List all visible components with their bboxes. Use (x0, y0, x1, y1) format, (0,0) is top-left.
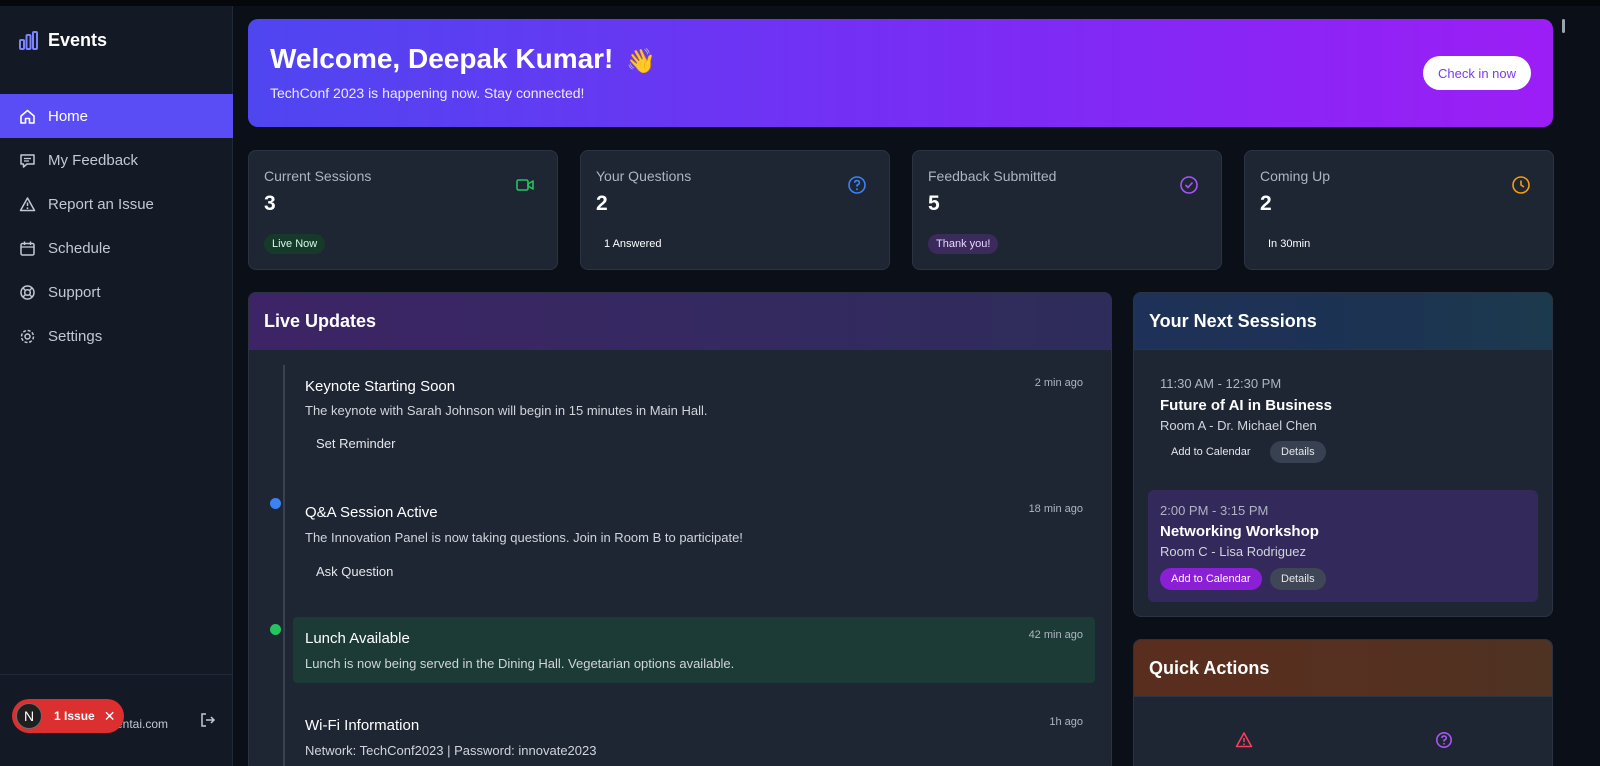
warning-icon (19, 196, 36, 213)
update-description: The Innovation Panel is now taking quest… (305, 530, 743, 545)
sidebar-item-label: Schedule (48, 239, 111, 257)
session-time: 11:30 AM - 12:30 PM (1160, 376, 1282, 391)
update-title: Wi-Fi Information (305, 717, 420, 734)
status-badge: Thank you! (928, 234, 999, 254)
stat-value: 2 (596, 192, 608, 215)
calendar-icon (19, 240, 36, 257)
session-room: Room A - Dr. Michael Chen (1160, 418, 1317, 433)
stat-label: Coming Up (1260, 168, 1331, 184)
issues-badge[interactable]: N 1 Issue ✕ (12, 699, 124, 733)
quick-actions-panel: Quick Actions (1133, 639, 1553, 766)
sidebar-user-area: entai.com N 1 Issue ✕ (0, 674, 233, 766)
session-title: Networking Workshop (1160, 523, 1319, 540)
sidebar-nav: Home My Feedback Report an Issue Schedul… (0, 94, 233, 358)
scrollbar-thumb[interactable] (1562, 19, 1565, 33)
sidebar-item-settings[interactable]: Settings (0, 314, 233, 358)
sidebar-item-label: Support (48, 283, 101, 301)
video-icon (515, 175, 535, 195)
sidebar-item-label: Home (48, 107, 89, 125)
add-to-calendar-button[interactable]: Add to Calendar (1160, 441, 1262, 463)
ask-question-button[interactable]: Ask Question (305, 557, 404, 585)
panel-title: Your Next Sessions (1134, 293, 1552, 350)
welcome-title: Welcome, Deepak Kumar! (270, 43, 614, 74)
update-time: 2 min ago (1034, 377, 1083, 389)
status-badge: Live Now (264, 234, 326, 254)
session-card-networking: 2:00 PM - 3:15 PM Networking Workshop Ro… (1148, 490, 1538, 602)
details-button[interactable]: Details (1270, 568, 1326, 590)
close-icon[interactable]: ✕ (104, 708, 116, 725)
update-item-wifi: Wi-Fi Information 1h ago Network: TechCo… (293, 707, 1095, 766)
update-item-lunch: Lunch Available 42 min ago Lunch is now … (293, 617, 1095, 683)
session-room: Room C - Lisa Rodriguez (1160, 544, 1306, 559)
lifebuoy-icon (19, 284, 36, 301)
stat-card-current-sessions: Current Sessions 3 Live Now (248, 150, 558, 270)
question-icon (847, 175, 867, 195)
stat-card-feedback-submitted: Feedback Submitted 5 Thank you! (912, 150, 1222, 270)
user-email: entai.com (116, 717, 169, 731)
stat-label: Current Sessions (264, 168, 372, 184)
update-item-keynote: Keynote Starting Soon 2 min ago The keyn… (293, 369, 1095, 469)
stat-value: 5 (928, 192, 940, 215)
status-badge: 1 Answered (604, 238, 662, 250)
stat-label: Your Questions (596, 168, 692, 184)
update-time: 18 min ago (1028, 503, 1083, 515)
sidebar-item-report-issue[interactable]: Report an Issue (0, 182, 233, 226)
welcome-banner: Welcome, Deepak Kumar! 👋 TechConf 2023 i… (248, 19, 1553, 127)
update-description: Lunch is now being served in the Dining … (305, 656, 735, 671)
gear-icon (19, 328, 36, 345)
live-updates-panel: Live Updates Keynote Starting Soon 2 min… (248, 292, 1112, 766)
welcome-subtitle: TechConf 2023 is happening now. Stay con… (270, 85, 585, 101)
update-description: The keynote with Sarah Johnson will begi… (305, 403, 708, 418)
check-circle-icon (1179, 175, 1199, 195)
session-title: Future of AI in Business (1160, 397, 1332, 414)
home-icon (19, 108, 36, 125)
status-badge: In 30min (1268, 238, 1311, 250)
update-time: 42 min ago (1028, 629, 1083, 641)
sidebar-item-label: My Feedback (48, 151, 139, 169)
clock-icon (1511, 175, 1531, 195)
sidebar-item-schedule[interactable]: Schedule (0, 226, 233, 270)
brand[interactable]: Events (18, 30, 107, 51)
sidebar-item-label: Settings (48, 327, 103, 345)
stat-value: 3 (264, 192, 276, 215)
sidebar-item-home[interactable]: Home (0, 94, 233, 138)
wave-emoji: 👋 (626, 48, 656, 75)
question-icon[interactable] (1435, 731, 1453, 749)
window-top-edge (0, 0, 1600, 6)
logout-icon[interactable] (199, 711, 217, 729)
stat-label: Feedback Submitted (928, 168, 1057, 184)
dev-tools-logo: N (16, 703, 42, 729)
panel-title: Live Updates (249, 293, 1111, 350)
sidebar-item-support[interactable]: Support (0, 270, 233, 314)
update-title: Q&A Session Active (305, 504, 438, 521)
bar-chart-icon (18, 30, 39, 51)
sidebar-item-my-feedback[interactable]: My Feedback (0, 138, 233, 182)
update-title: Keynote Starting Soon (305, 378, 456, 395)
stat-card-coming-up: Coming Up 2 In 30min (1244, 150, 1554, 270)
session-time: 2:00 PM - 3:15 PM (1160, 503, 1269, 518)
timeline-dot (270, 624, 281, 635)
sidebar: Events Home My Feedback Report an Issue … (0, 6, 233, 766)
add-to-calendar-button[interactable]: Add to Calendar (1160, 568, 1262, 590)
stat-card-your-questions: Your Questions 2 1 Answered (580, 150, 890, 270)
issues-count: 1 Issue (54, 709, 95, 723)
warning-icon[interactable] (1235, 731, 1253, 749)
update-time: 1h ago (1049, 716, 1083, 728)
update-title: Lunch Available (305, 630, 410, 647)
timeline-dot (270, 498, 281, 509)
details-button[interactable]: Details (1270, 441, 1326, 463)
set-reminder-button[interactable]: Set Reminder (305, 429, 406, 457)
check-in-button[interactable]: Check in now (1423, 56, 1531, 90)
update-description: Network: TechConf2023 | Password: innova… (305, 743, 597, 758)
panel-title: Quick Actions (1134, 640, 1552, 697)
session-card-ai: 11:30 AM - 12:30 PM Future of AI in Busi… (1148, 365, 1538, 469)
next-sessions-panel: Your Next Sessions 11:30 AM - 12:30 PM F… (1133, 292, 1553, 617)
stat-value: 2 (1260, 192, 1272, 215)
update-item-qa: Q&A Session Active 18 min ago The Innova… (293, 495, 1095, 595)
timeline-line (283, 365, 285, 766)
sidebar-item-label: Report an Issue (48, 195, 154, 213)
message-icon (19, 152, 36, 169)
brand-title: Events (48, 30, 108, 50)
